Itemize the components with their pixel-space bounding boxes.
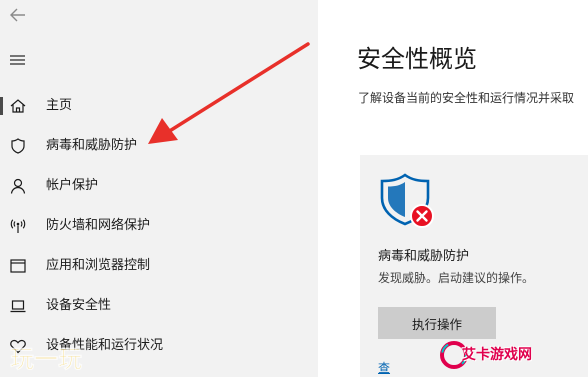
annotation-arrow <box>148 42 310 144</box>
card-title: 病毒和威胁防护 <box>378 249 470 264</box>
sidebar-item-app-browser-control[interactable]: 应用和浏览器控制 <box>0 250 318 282</box>
shield-warning-icon <box>378 172 436 232</box>
take-action-button[interactable]: 执行操作 <box>378 307 496 339</box>
watermark-text-right: 艾卡游戏网 <box>462 347 532 363</box>
laptop-icon <box>9 297 27 315</box>
watermark-logo-left: 玩一玩 <box>8 340 100 374</box>
sidebar-item-label: 主页 <box>46 98 73 113</box>
view-details-link[interactable]: 查 <box>378 361 390 375</box>
shield-icon <box>9 137 27 155</box>
sidebar-item-device-security[interactable]: 设备安全性 <box>0 290 318 322</box>
sidebar-item-account-protection[interactable]: 帐户保护 <box>0 170 318 202</box>
svg-text:玩一玩: 玩一玩 <box>10 345 82 373</box>
card-description: 发现威胁。启动建议的操作。 <box>378 271 535 285</box>
home-icon <box>9 97 27 115</box>
sidebar-item-label: 防火墙和网络保护 <box>46 218 151 233</box>
page-title: 安全性概览 <box>357 45 477 73</box>
sidebar-item-label: 帐户保护 <box>46 178 99 193</box>
hamburger-menu-icon[interactable] <box>9 52 27 66</box>
back-arrow-icon[interactable] <box>9 6 27 24</box>
wifi-antenna-icon <box>9 217 27 235</box>
page-subtitle: 了解设备当前的安全性和运行情况并采取 <box>358 91 575 105</box>
active-indicator <box>0 97 3 115</box>
sidebar-item-label: 设备安全性 <box>46 298 112 313</box>
sidebar-item-firewall[interactable]: 防火墙和网络保护 <box>0 210 318 242</box>
sidebar-item-label: 应用和浏览器控制 <box>46 258 151 273</box>
app-window-icon <box>9 257 27 275</box>
sidebar-item-label: 病毒和威胁防护 <box>46 138 138 153</box>
person-icon <box>9 177 27 195</box>
